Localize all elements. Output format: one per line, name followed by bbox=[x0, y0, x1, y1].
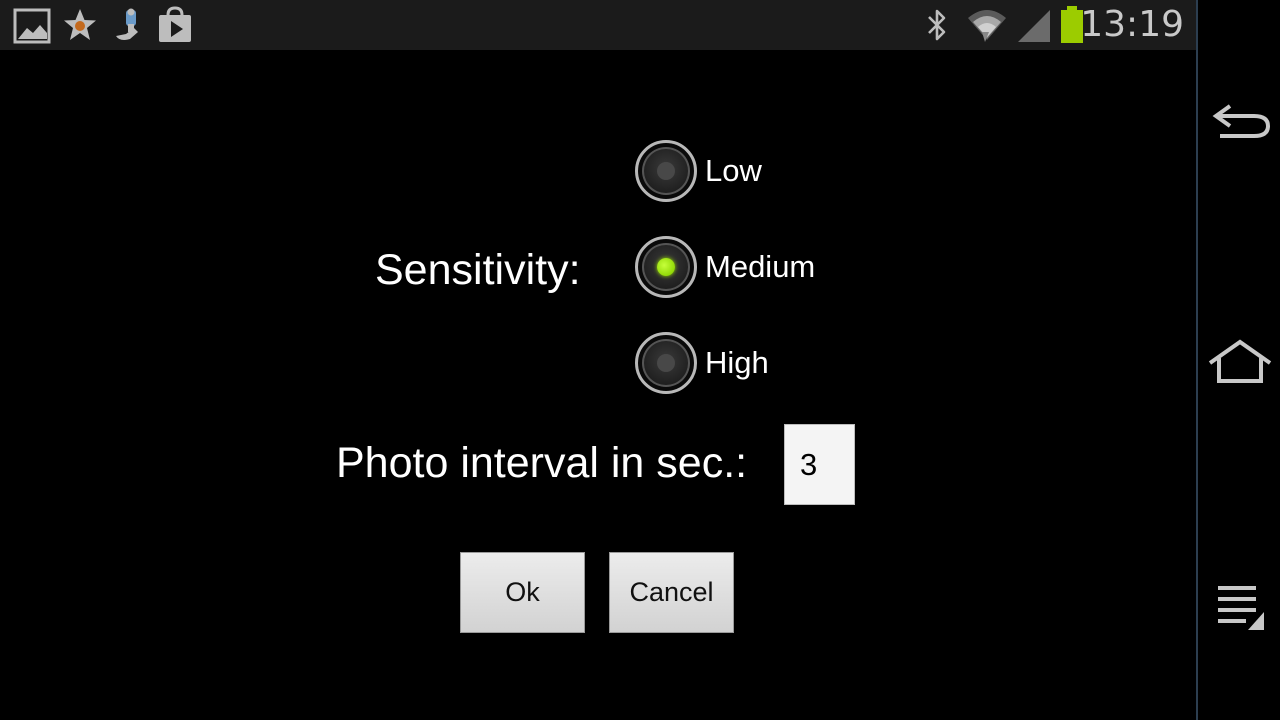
sensitivity-label: Sensitivity: bbox=[375, 246, 581, 294]
status-clock: 13:19 bbox=[1080, 4, 1184, 45]
screen: 13:19 Sensitivity: Low Medium High Photo… bbox=[0, 0, 1280, 720]
radio-button-circle[interactable] bbox=[635, 236, 697, 298]
radio-label-high[interactable]: High bbox=[705, 342, 769, 384]
photo-interval-label: Photo interval in sec.: bbox=[336, 439, 748, 487]
radio-dot-selected bbox=[657, 258, 675, 276]
radio-dot bbox=[657, 162, 675, 180]
radio-button-circle[interactable] bbox=[635, 332, 697, 394]
signal-icon bbox=[1016, 6, 1052, 44]
radio-label-low[interactable]: Low bbox=[705, 150, 762, 192]
gallery-notification-icon bbox=[13, 6, 51, 44]
radio-high[interactable]: High bbox=[635, 332, 835, 396]
back-icon[interactable] bbox=[1204, 92, 1276, 152]
radio-button-circle[interactable] bbox=[635, 140, 697, 202]
status-bar: 13:19 bbox=[0, 0, 1196, 50]
radio-label-medium[interactable]: Medium bbox=[705, 246, 815, 288]
play-store-icon bbox=[156, 6, 194, 44]
radio-low[interactable]: Low bbox=[635, 140, 835, 204]
cancel-button[interactable]: Cancel bbox=[609, 552, 734, 633]
radio-dot bbox=[657, 354, 675, 372]
navigation-bar bbox=[1196, 0, 1280, 720]
wifi-icon bbox=[965, 6, 1009, 44]
menu-icon[interactable] bbox=[1204, 576, 1276, 636]
home-icon[interactable] bbox=[1204, 333, 1276, 393]
bluetooth-icon bbox=[920, 6, 954, 44]
favorite-star-icon bbox=[61, 6, 99, 44]
radio-medium[interactable]: Medium bbox=[635, 236, 835, 300]
ok-button[interactable]: Ok bbox=[460, 552, 585, 633]
upload-notification-icon bbox=[108, 6, 146, 44]
photo-interval-input[interactable]: 3 bbox=[784, 424, 855, 505]
